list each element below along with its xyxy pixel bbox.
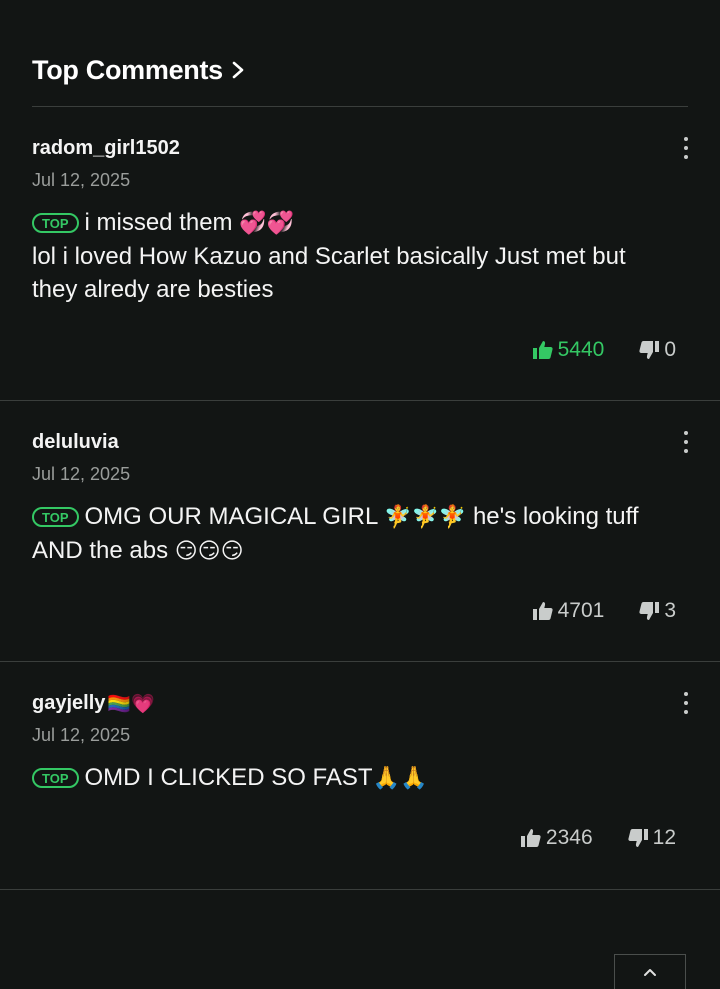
thumbs-down-icon <box>639 602 660 620</box>
comment-item: gayjelly 🏳️‍🌈💗 Jul 12, 2025 TOP OMD I CLIC… <box>0 662 720 889</box>
section-title: Top Comments <box>32 54 223 85</box>
comment-text: TOP i missed them 💞💞 lol i loved How Kazu… <box>32 206 672 306</box>
author-emoji: 🏳️‍🌈💗 <box>107 693 155 715</box>
more-options-icon[interactable] <box>678 429 694 455</box>
scroll-to-top-button[interactable] <box>614 954 686 989</box>
like-button[interactable]: 4701 <box>532 599 605 623</box>
comment-text-part: lol i loved How Kazuo and Scarlet basica… <box>32 243 626 303</box>
comment-author[interactable]: deluluvia <box>32 431 119 454</box>
emoji-pray: 🙏🙏 <box>372 766 428 791</box>
top-badge: TOP <box>32 768 79 788</box>
dislike-button[interactable]: 0 <box>638 338 676 362</box>
comment-date: Jul 12, 2025 <box>32 725 131 745</box>
emoji-fairies: 🧚🧚🧚 <box>384 505 467 530</box>
top-comments-page: Top Comments radom_girl1502 Jul 12, 2025… <box>0 0 720 989</box>
vote-bar: 4701 3 <box>532 599 676 623</box>
thumbs-up-icon <box>532 341 553 359</box>
like-button[interactable]: 5440 <box>532 338 605 362</box>
emoji-smirks: 😏😏😏 <box>174 539 244 564</box>
dislike-count: 3 <box>664 599 676 622</box>
more-options-icon[interactable] <box>678 135 694 161</box>
dislike-button[interactable]: 3 <box>638 599 676 623</box>
comment-author[interactable]: gayjelly 🏳️‍🌈💗 <box>32 692 155 715</box>
top-comments-header[interactable]: Top Comments <box>32 52 247 88</box>
like-count: 5440 <box>557 338 605 361</box>
author-name: deluluvia <box>32 431 119 453</box>
thumbs-down-icon <box>628 829 648 847</box>
comment-text: TOP OMD I CLICKED SO FAST🙏🙏 <box>32 761 672 795</box>
thumbs-up-icon <box>520 829 541 847</box>
vote-bar: 2346 12 <box>520 826 676 850</box>
comment-date: Jul 12, 2025 <box>32 464 131 484</box>
dislike-button[interactable]: 12 <box>627 826 676 850</box>
comment-item: deluluvia Jul 12, 2025 TOP OMG OUR MAGICA… <box>0 401 720 661</box>
like-count: 4701 <box>557 599 605 622</box>
comment-divider <box>0 889 720 890</box>
like-count: 2346 <box>545 826 593 849</box>
dislike-count: 0 <box>664 338 676 361</box>
comment-text-part: OMD I CLICKED SO FAST <box>84 764 373 791</box>
more-options-icon[interactable] <box>678 690 694 716</box>
comment-text-part: OMG OUR MAGICAL GIRL <box>84 503 385 530</box>
chevron-up-icon <box>644 969 656 976</box>
thumbs-up-icon <box>532 602 553 620</box>
top-badge: TOP <box>32 507 79 527</box>
top-badge: TOP <box>32 213 79 233</box>
comment-item: radom_girl1502 Jul 12, 2025 TOP i missed … <box>0 107 720 400</box>
comment-author[interactable]: radom_girl1502 <box>32 137 180 160</box>
dislike-count: 12 <box>652 826 676 849</box>
comment-text-part: i missed them <box>84 209 240 236</box>
comment-text: TOP OMG OUR MAGICAL GIRL 🧚🧚🧚 he's looking… <box>32 500 672 568</box>
chevron-right-icon <box>232 61 244 79</box>
author-name: radom_girl1502 <box>32 137 180 159</box>
like-button[interactable]: 2346 <box>520 826 593 850</box>
comment-date: Jul 12, 2025 <box>32 170 131 190</box>
vote-bar: 5440 0 <box>532 338 676 362</box>
emoji-hearts: 💞💞 <box>239 211 295 236</box>
author-name: gayjelly <box>32 692 106 714</box>
thumbs-down-icon <box>639 341 660 359</box>
